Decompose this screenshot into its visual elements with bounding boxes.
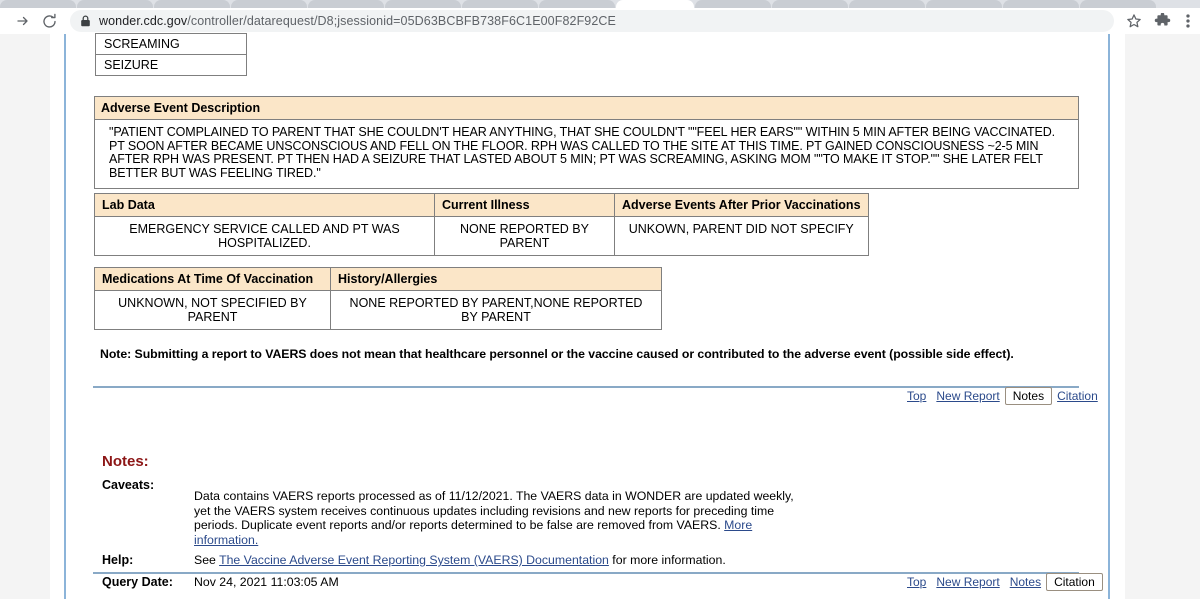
- table-row: SCREAMING: [95, 33, 247, 55]
- adverse-event-text: "PATIENT COMPLAINED TO PARENT THAT SHE C…: [94, 120, 1079, 189]
- browser-toolbar: wonder.cdc.gov/controller/datarequest/D8…: [0, 8, 1200, 34]
- browser-tab-strip[interactable]: [0, 0, 1200, 8]
- browser-tab[interactable]: [1003, 0, 1079, 8]
- url-host: wonder.cdc.gov: [99, 14, 188, 28]
- current-illness-cell: NONE REPORTED BY PARENT: [434, 216, 615, 256]
- browser-tab[interactable]: [462, 0, 538, 8]
- nav-bottom-new-report-link[interactable]: New Report: [931, 574, 1004, 590]
- adverse-event-header: Adverse Event Description: [94, 96, 1079, 120]
- right-border-rule: [1108, 34, 1110, 599]
- nav-bottom-top-link[interactable]: Top: [902, 574, 931, 590]
- symptom-cell: SCREAMING: [95, 33, 247, 55]
- history-allergies-cell: NONE REPORTED BY PARENT,NONE REPORTED BY…: [330, 290, 662, 330]
- address-bar[interactable]: wonder.cdc.gov/controller/datarequest/D8…: [70, 10, 1114, 32]
- three-dot-menu-icon[interactable]: [1176, 8, 1200, 34]
- nav-citation-link[interactable]: Citation: [1052, 388, 1103, 404]
- forward-arrow-icon[interactable]: [10, 8, 36, 34]
- query-date-label: Query Date:: [102, 575, 173, 589]
- help-prefix: See: [194, 553, 220, 567]
- caveats-label: Caveats:: [102, 478, 155, 492]
- lock-icon: [80, 15, 91, 27]
- symptom-cell: SEIZURE: [95, 54, 247, 76]
- prior-vaccinations-cell: UNKOWN, PARENT DID NOT SPECIFY: [614, 216, 869, 256]
- nav-top-link[interactable]: Top: [902, 388, 931, 404]
- adverse-event-description-block: Adverse Event Description "PATIENT COMPL…: [94, 96, 1079, 189]
- prior-vaccinations-header: Adverse Events After Prior Vaccinations: [614, 193, 869, 217]
- url-path: /controller/datarequest/D8;jsessionid=05…: [187, 14, 616, 28]
- notes-heading: Notes:: [102, 453, 149, 470]
- query-date-value: Nov 24, 2021 11:03:05 AM: [194, 575, 339, 589]
- table-row: SEIZURE: [95, 54, 247, 76]
- browser-tab[interactable]: [539, 0, 615, 8]
- table-row: UNKNOWN, NOT SPECIFIED BY PARENT NONE RE…: [94, 290, 662, 330]
- medications-table: Medications At Time Of Vaccination Histo…: [94, 267, 662, 330]
- current-illness-header: Current Illness: [434, 193, 615, 217]
- browser-tab[interactable]: [77, 0, 153, 8]
- browser-tab[interactable]: [1080, 0, 1156, 8]
- page-viewport: SCREAMING SEIZURE Adverse Event Descript…: [0, 33, 1200, 599]
- vaers-disclaimer-note: Note: Submitting a report to VAERS does …: [100, 347, 1014, 361]
- browser-tab[interactable]: [385, 0, 461, 8]
- table-header-row: Medications At Time Of Vaccination Histo…: [94, 267, 662, 291]
- report-nav-bottom: Top New Report Notes Citation: [902, 573, 1103, 591]
- report-content: SCREAMING SEIZURE Adverse Event Descript…: [66, 33, 1108, 599]
- lab-data-cell: EMERGENCY SERVICE CALLED AND PT WAS HOSP…: [94, 216, 435, 256]
- browser-tab[interactable]: [926, 0, 1002, 8]
- table-header-row: Lab Data Current Illness Adverse Events …: [94, 193, 869, 217]
- back-button[interactable]: [0, 8, 10, 34]
- adverse-event-header-table: Adverse Event Description: [94, 96, 1079, 120]
- nav-notes-link[interactable]: Notes: [1004, 387, 1053, 405]
- browser-tab[interactable]: [772, 0, 848, 8]
- help-label: Help:: [102, 553, 134, 567]
- table-row: EMERGENCY SERVICE CALLED AND PT WAS HOSP…: [94, 216, 869, 256]
- caveats-body: Data contains VAERS reports processed as…: [194, 489, 794, 532]
- browser-tab[interactable]: [231, 0, 307, 8]
- url-text: wonder.cdc.gov/controller/datarequest/D8…: [99, 14, 616, 28]
- browser-chrome: wonder.cdc.gov/controller/datarequest/D8…: [0, 0, 1200, 34]
- star-icon[interactable]: [1120, 8, 1148, 34]
- nav-bottom-citation-link[interactable]: Citation: [1046, 573, 1103, 591]
- browser-tab[interactable]: [0, 0, 76, 8]
- nav-bottom-notes-link[interactable]: Notes: [1005, 574, 1046, 590]
- browser-tab-active[interactable]: [616, 0, 694, 8]
- help-suffix: for more information.: [608, 553, 726, 567]
- puzzle-piece-icon[interactable]: [1148, 8, 1176, 34]
- nav-new-report-link[interactable]: New Report: [931, 388, 1004, 404]
- browser-tab[interactable]: [849, 0, 925, 8]
- report-nav-top: Top New Report Notes Citation: [902, 387, 1103, 405]
- lab-data-header: Lab Data: [94, 193, 435, 217]
- medications-header: Medications At Time Of Vaccination: [94, 267, 331, 291]
- medications-cell: UNKNOWN, NOT SPECIFIED BY PARENT: [94, 290, 331, 330]
- browser-tab[interactable]: [695, 0, 771, 8]
- lab-data-table: Lab Data Current Illness Adverse Events …: [94, 193, 869, 256]
- symptoms-table: SCREAMING SEIZURE: [95, 33, 247, 76]
- help-text: See The Vaccine Adverse Event Reporting …: [194, 553, 726, 567]
- vaers-documentation-link[interactable]: The Vaccine Adverse Event Reporting Syst…: [219, 553, 609, 567]
- browser-tab[interactable]: [308, 0, 384, 8]
- browser-tab[interactable]: [154, 0, 230, 8]
- reload-icon[interactable]: [36, 8, 62, 34]
- table-row: Adverse Event Description: [94, 96, 1079, 120]
- caveats-text: Data contains VAERS reports processed as…: [194, 489, 804, 547]
- history-allergies-header: History/Allergies: [330, 267, 662, 291]
